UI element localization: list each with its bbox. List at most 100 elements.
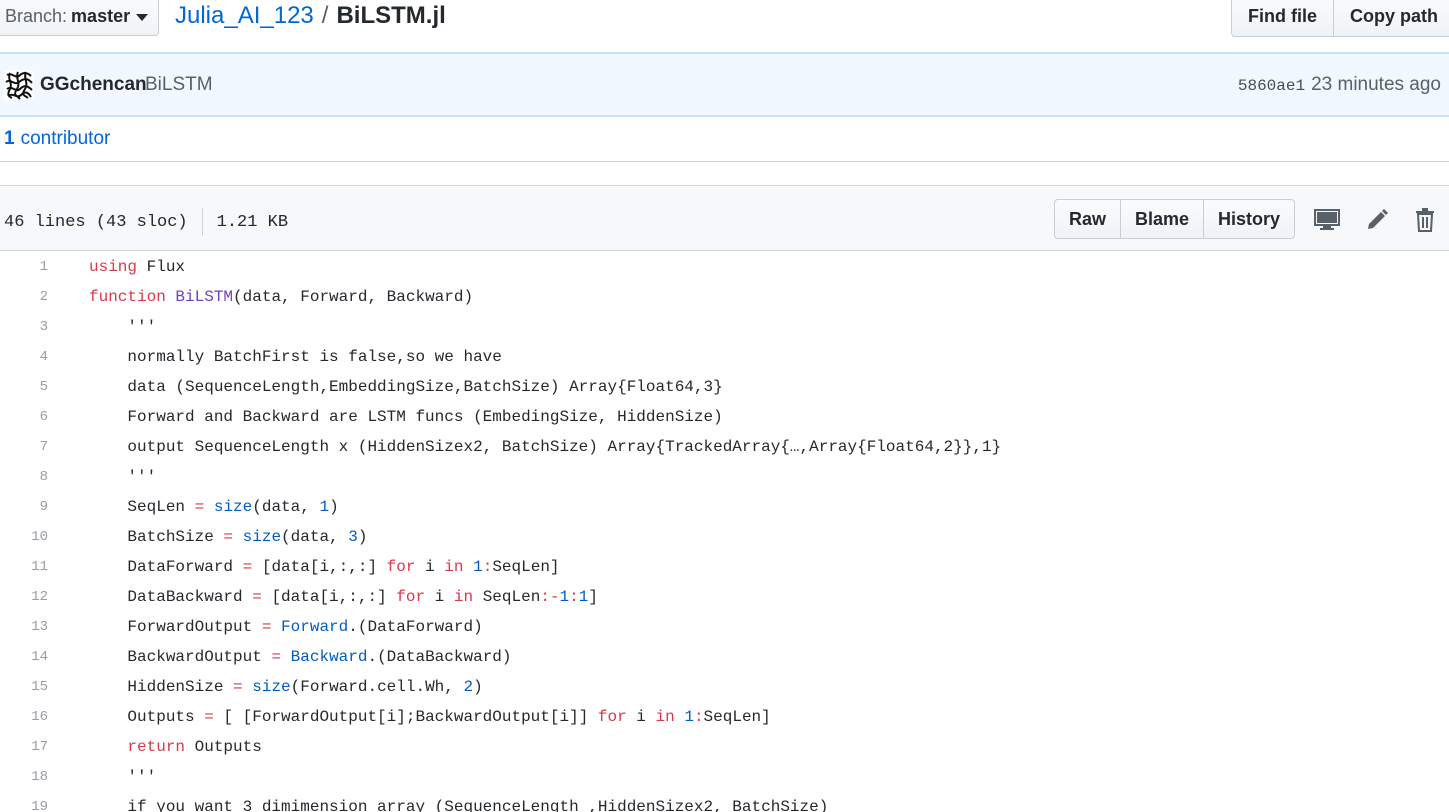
- line-content: ''': [48, 318, 156, 336]
- branch-select-button[interactable]: Branch: master: [0, 0, 159, 36]
- line-number[interactable]: 3: [0, 319, 48, 335]
- caret-down-icon: [136, 13, 149, 21]
- file-info-divider: [201, 208, 203, 236]
- line-number[interactable]: 9: [0, 499, 48, 515]
- code-line: 1 using Flux: [0, 252, 1449, 282]
- code-line: 2 function BiLSTM(data, Forward, Backward…: [0, 282, 1449, 312]
- line-number[interactable]: 16: [0, 709, 48, 725]
- line-content: SeqLen = size(data, 1): [48, 498, 339, 516]
- line-content: data (SequenceLength,EmbeddingSize,Batch…: [48, 378, 722, 396]
- code-token: ForwardOutput: [89, 618, 262, 636]
- file-line-count: 46 lines (43 sloc): [4, 212, 188, 232]
- code-token: for: [597, 708, 627, 726]
- commit-author-link[interactable]: GGchencan: [40, 74, 147, 96]
- code-token: (data,: [281, 528, 349, 546]
- code-token: ]: [588, 588, 598, 606]
- code-line: 3 ''': [0, 312, 1449, 342]
- code-token: :: [569, 588, 579, 606]
- code-token: Backward: [290, 648, 368, 666]
- code-token: Outputs: [89, 708, 205, 726]
- blame-button[interactable]: Blame: [1121, 199, 1205, 239]
- code-line: 16 Outputs = [ [ForwardOutput[i];Backwar…: [0, 702, 1449, 732]
- code-token: ): [357, 528, 368, 546]
- code-token: 1: [578, 588, 589, 606]
- line-number[interactable]: 13: [0, 619, 48, 635]
- code-token: ): [473, 678, 483, 696]
- code-token: (data, Forward, Backward): [233, 288, 474, 306]
- code-token: BiLSTM: [175, 288, 234, 306]
- code-line: 18 ''': [0, 762, 1449, 792]
- line-number[interactable]: 5: [0, 379, 48, 395]
- code-line: 17 return Outputs: [0, 732, 1449, 762]
- line-number[interactable]: 10: [0, 529, 48, 545]
- code-token: SeqLen]: [703, 708, 771, 726]
- code-token: output SequenceLength x (HiddenSizex2, B…: [89, 438, 1002, 456]
- code-token: SeqLen: [473, 588, 541, 606]
- branch-label: Branch:: [5, 5, 68, 26]
- code-token: 1: [319, 498, 330, 516]
- commit-sha-link[interactable]: 5860ae1: [1238, 77, 1305, 95]
- code-token: HiddenSize: [89, 678, 234, 696]
- commit-message-link[interactable]: BiLSTM: [145, 74, 213, 96]
- code-token: size: [252, 678, 291, 696]
- file-navigation-buttons: Find file Copy path: [1231, 0, 1449, 37]
- line-content: using Flux: [48, 258, 185, 276]
- pencil-icon[interactable]: [1363, 206, 1391, 234]
- line-number[interactable]: 12: [0, 589, 48, 605]
- code-line: 9 SeqLen = size(data, 1): [0, 492, 1449, 522]
- trash-icon[interactable]: [1411, 206, 1439, 234]
- code-line: 4 normally BatchFirst is false,so we hav…: [0, 342, 1449, 372]
- line-number[interactable]: 17: [0, 739, 48, 755]
- line-number[interactable]: 4: [0, 349, 48, 365]
- code-token: in: [453, 588, 474, 606]
- history-button[interactable]: History: [1204, 199, 1296, 239]
- code-token: [ [ForwardOutput[i];BackwardOutput[i]]: [213, 708, 598, 726]
- file-header: 46 lines (43 sloc) 1.21 KB Raw Blame His…: [0, 185, 1449, 251]
- copy-path-button[interactable]: Copy path: [1334, 0, 1449, 37]
- repo-link[interactable]: Julia_AI_123: [175, 2, 314, 30]
- commit-time: 23 minutes ago: [1311, 74, 1441, 95]
- desktop-icon[interactable]: [1313, 206, 1341, 234]
- line-number[interactable]: 15: [0, 679, 48, 695]
- line-content: normally BatchFirst is false,so we have: [48, 348, 502, 366]
- line-number[interactable]: 14: [0, 649, 48, 665]
- code-token: size: [242, 528, 282, 546]
- code-token: BackwardOutput: [89, 648, 272, 666]
- find-file-button[interactable]: Find file: [1231, 0, 1334, 37]
- code-line: 15 HiddenSize = size(Forward.cell.Wh, 2): [0, 672, 1449, 702]
- code-token: .(DataBackward): [367, 648, 512, 666]
- line-number[interactable]: 11: [0, 559, 48, 575]
- avatar[interactable]: [4, 70, 34, 100]
- line-content: output SequenceLength x (HiddenSizex2, B…: [48, 438, 1001, 456]
- code-token: (data,: [252, 498, 320, 516]
- top-bar: Branch: master Julia_AI_123 / BiLSTM.jl …: [0, 0, 1449, 38]
- line-content: ForwardOutput = Forward.(DataForward): [48, 618, 482, 636]
- line-content: if you want 3 dimimension array (Sequenc…: [48, 798, 828, 812]
- code-token: normally BatchFirst is false,so we have: [89, 348, 502, 366]
- code-token: =: [233, 678, 243, 696]
- line-number[interactable]: 8: [0, 469, 48, 485]
- line-number[interactable]: 19: [0, 799, 48, 812]
- code-token: SeqLen: [89, 498, 195, 516]
- line-number[interactable]: 2: [0, 289, 48, 305]
- line-number[interactable]: 1: [0, 259, 48, 275]
- line-number[interactable]: 6: [0, 409, 48, 425]
- code-token: in: [444, 558, 464, 576]
- code-token: :: [693, 708, 704, 726]
- code-token: BatchSize: [89, 528, 224, 546]
- line-number[interactable]: 18: [0, 769, 48, 785]
- code-token: ): [329, 498, 339, 516]
- line-content: DataForward = [data[i,:,:] for i in 1:Se…: [48, 558, 559, 576]
- line-number[interactable]: 7: [0, 439, 48, 455]
- breadcrumb-separator: /: [321, 2, 329, 29]
- code-line: 13 ForwardOutput = Forward.(DataForward): [0, 612, 1449, 642]
- line-content: BatchSize = size(data, 3): [48, 528, 367, 546]
- line-content: function BiLSTM(data, Forward, Backward): [48, 288, 473, 306]
- code-line: 14 BackwardOutput = Backward.(DataBackwa…: [0, 642, 1449, 672]
- line-content: BackwardOutput = Backward.(DataBackward): [48, 648, 512, 666]
- raw-button[interactable]: Raw: [1054, 199, 1122, 239]
- contributors-bar[interactable]: 1 contributor: [0, 117, 1449, 162]
- code-token: in: [655, 708, 675, 726]
